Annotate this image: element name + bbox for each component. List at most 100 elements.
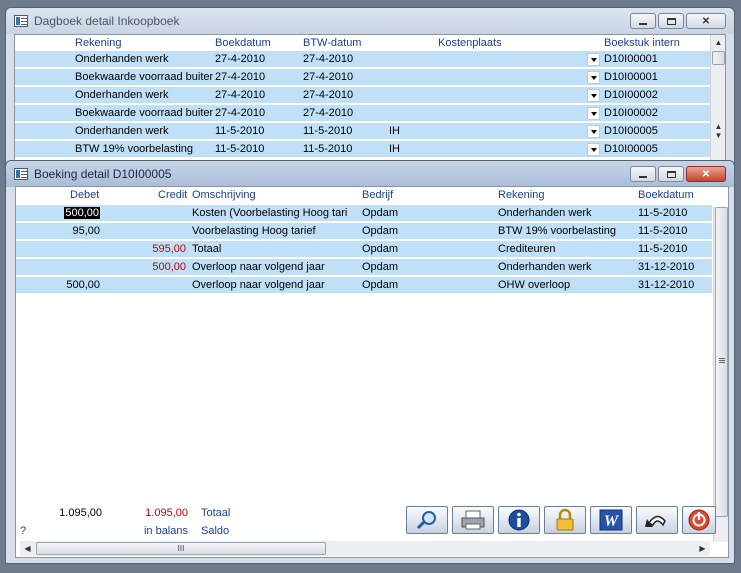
booking-cell-debet: 95,00 (72, 225, 100, 237)
total-debet-field[interactable]: 1.095,00 (16, 504, 102, 522)
total-credit-field[interactable]: 1.095,00 (104, 504, 188, 522)
booking-cell-credit (104, 277, 186, 294)
booking-cell-rekening: BTW 19% voorbelasting (498, 225, 616, 237)
journal-row[interactable]: Onderhanden werk 27-4-2010 27-4-2010 D10I00… (15, 87, 710, 104)
journal-cell-boekdatum: 27-4-2010 (215, 53, 266, 65)
journal-cell-kostenplaats (389, 105, 579, 122)
row-dropdown-icon[interactable] (587, 71, 600, 84)
col-header-rekening[interactable]: Rekening (498, 187, 544, 203)
journal-cell-rekening: Onderhanden werk (75, 89, 169, 101)
close-button[interactable]: ✕ (686, 166, 726, 182)
booking-vscroll[interactable] (713, 207, 728, 542)
journal-cell-boekstuk: D10I00005 (604, 143, 658, 155)
booking-hscroll[interactable]: ◀ III ▶ (20, 541, 710, 556)
booking-row[interactable]: 595,00 Totaal Opdam Crediteuren 11-5-2010 (16, 241, 712, 258)
journal-cell-rekening: Onderhanden werk (75, 53, 169, 65)
maximize-button[interactable] (658, 13, 684, 29)
question-field[interactable]: ? (20, 523, 26, 540)
journal-cell-kostenplaats (389, 51, 579, 68)
journal-cell-kostenplaats: IH (389, 125, 400, 137)
booking-cell-debet[interactable]: 500,00 (16, 205, 100, 222)
col-header-kostenplaats[interactable]: Kostenplaats (438, 35, 502, 51)
journal-cell-boekdatum: 11-5-2010 (215, 125, 265, 137)
booking-cell-debet (16, 259, 100, 276)
booking-cell-omschrijving: Voorbelasting Hoog tarief (192, 225, 316, 237)
row-dropdown-icon[interactable] (587, 107, 600, 120)
undo-button[interactable] (636, 506, 678, 534)
journal-cell-boekdatum: 27-4-2010 (215, 89, 266, 101)
minimize-icon (639, 22, 647, 25)
journal-cell-boekstuk: D10I00001 (604, 71, 658, 83)
booking-row[interactable]: 500,00 Overloop naar volgend jaar Opdam Ond… (16, 259, 712, 276)
journal-cell-boekdatum: 27-4-2010 (215, 107, 266, 119)
scroll-thumb[interactable] (712, 51, 725, 65)
col-header-rekening[interactable]: Rekening (75, 35, 121, 51)
col-header-bedrijf[interactable]: Bedrijf (362, 187, 393, 203)
row-dropdown-icon[interactable] (587, 143, 600, 156)
col-header-debet[interactable]: Debet (70, 187, 99, 203)
search-button[interactable] (406, 506, 448, 534)
booking-cell-boekdatum: 31-12-2010 (638, 261, 695, 273)
journal-cell-rekening: Boekwaarde voorraad buiten (75, 71, 213, 83)
journal-row[interactable]: Onderhanden werk 11-5-2010 11-5-2010 IH D10I… (15, 123, 710, 140)
close-icon: ✕ (701, 168, 711, 180)
word-button[interactable]: W (590, 506, 632, 534)
booking-cell-rekening: Onderhanden werk (498, 261, 592, 273)
journal-row[interactable]: Boekwaarde voorraad buiten 27-4-2010 27-4-… (15, 69, 710, 86)
journal-row[interactable]: BTW 19% voorbelasting 11-5-2010 11-5-2010 I… (15, 141, 710, 158)
journal-cell-rekening: Onderhanden werk (75, 125, 169, 137)
scroll-thumb[interactable] (715, 207, 728, 517)
journal-row[interactable]: Onderhanden werk 27-4-2010 27-4-2010 D10I00… (15, 51, 710, 68)
journal-cell-rekening: Boekwaarde voorraad buiten (75, 107, 213, 119)
journal-cell-btwdatum: 11-5-2010 (303, 125, 353, 137)
close-icon: ✕ (701, 15, 711, 27)
journal-cell-btwdatum: 11-5-2010 (303, 143, 353, 155)
booking-cell-omschrijving: Kosten (Voorbelasting Hoog tari (192, 207, 348, 219)
row-dropdown-icon[interactable] (587, 89, 600, 102)
journal-vscroll[interactable]: ▲ ▲ ▼ (710, 35, 725, 163)
scroll-up-icon[interactable]: ▲ (711, 35, 725, 50)
col-header-omschrijving[interactable]: Omschrijving (192, 187, 256, 203)
print-button[interactable] (452, 506, 494, 534)
journal-titlebar[interactable]: Dagboek detail Inkoopboek ✕ (6, 8, 734, 34)
booking-cell-credit: 595,00 (152, 243, 186, 255)
col-header-credit[interactable]: Credit (158, 187, 187, 203)
col-header-boekstuk[interactable]: Boekstuk intern (604, 35, 680, 51)
booking-row[interactable]: 95,00 Voorbelasting Hoog tarief Opdam BTW 1… (16, 223, 712, 240)
print-icon (461, 510, 485, 530)
minimize-icon (639, 175, 647, 178)
info-button[interactable] (498, 506, 540, 534)
booking-row[interactable]: 500,00 Overloop naar volgend jaar Opdam OHW… (16, 277, 712, 294)
col-header-boekdatum[interactable]: Boekdatum (215, 35, 271, 51)
booking-cell-rekening: Crediteuren (498, 243, 556, 255)
journal-cell-btwdatum: 27-4-2010 (303, 71, 354, 83)
col-header-btwdatum[interactable]: BTW-datum (303, 35, 361, 51)
close-button[interactable]: ✕ (686, 13, 726, 29)
hscroll-thumb[interactable]: III (36, 542, 326, 555)
journal-row[interactable]: Boekwaarde voorraad buiten 27-4-2010 27-4-… (15, 105, 710, 122)
journal-cell-kostenplaats (389, 87, 579, 104)
booking-cell-bedrijf: Opdam (362, 207, 399, 219)
journal-cell-boekstuk: D10I00002 (604, 89, 658, 101)
scroll-left-icon[interactable]: ◀ (20, 541, 35, 556)
lock-button[interactable] (544, 506, 586, 534)
booking-row[interactable]: 500,00 Kosten (Voorbelasting Hoog tari Opd… (16, 205, 712, 222)
journal-cell-boekdatum: 27-4-2010 (215, 71, 266, 83)
booking-cell-boekdatum: 11-5-2010 (638, 207, 688, 219)
scroll-right-icon[interactable]: ▶ (695, 541, 710, 556)
exit-button[interactable] (682, 506, 716, 534)
minimize-button[interactable] (630, 166, 656, 182)
col-header-boekdatum[interactable]: Boekdatum (638, 187, 694, 203)
journal-cell-boekstuk: D10I00005 (604, 125, 658, 137)
booking-titlebar[interactable]: Boeking detail D10I00005 ✕ (6, 161, 734, 187)
booking-cell-credit (104, 223, 186, 240)
row-dropdown-icon[interactable] (587, 125, 600, 138)
minimize-button[interactable] (630, 13, 656, 29)
scroll-updown-icon[interactable]: ▲ ▼ (711, 122, 725, 140)
maximize-button[interactable] (658, 166, 684, 182)
info-icon (508, 509, 530, 531)
selected-debet-value[interactable]: 500,00 (64, 207, 100, 219)
total-label: Totaal (201, 507, 231, 519)
booking-cell-bedrijf: Opdam (362, 261, 399, 273)
row-dropdown-icon[interactable] (587, 53, 600, 66)
